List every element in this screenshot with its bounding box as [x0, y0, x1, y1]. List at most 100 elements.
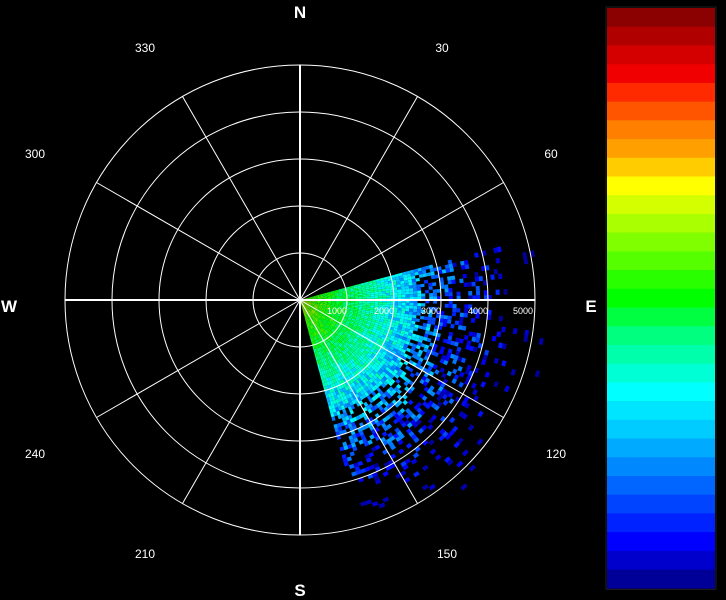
range-label-3000: 3000	[421, 306, 441, 316]
range-label-2000: 2000	[374, 306, 394, 316]
heat-cell	[401, 308, 406, 312]
heat-cell	[476, 290, 481, 296]
heat-cell	[443, 315, 448, 320]
heat-cell	[456, 308, 461, 313]
legend-label: -17.50dB	[610, 293, 655, 305]
legend-label: -25.00dB	[610, 461, 655, 473]
heat-cell	[397, 302, 402, 306]
heat-cell	[449, 267, 454, 273]
heat-cell	[354, 302, 359, 305]
heat-cell	[386, 295, 391, 298]
compass-east-label: E	[585, 297, 596, 316]
heat-cell	[350, 301, 355, 303]
heat-cell	[412, 311, 417, 316]
heat-cell	[405, 294, 410, 298]
heat-cell	[495, 289, 500, 295]
heat-cell	[419, 315, 425, 320]
heat-cell	[432, 289, 437, 293]
heat-cell	[397, 286, 402, 290]
heat-cell	[501, 326, 506, 333]
compass-south-label: S	[294, 581, 305, 600]
heat-cell	[441, 269, 447, 274]
heat-cell	[475, 285, 480, 291]
heat-cell	[397, 289, 402, 293]
heat-cell	[346, 301, 351, 303]
heat-cell	[413, 303, 418, 307]
heat-cell	[459, 278, 464, 284]
heat-cell	[408, 311, 413, 315]
angle-label-150: 150	[437, 547, 457, 561]
heat-cell	[413, 290, 418, 295]
heat-cell	[397, 310, 402, 314]
heat-cell	[430, 320, 436, 325]
heat-cell	[397, 292, 402, 295]
heat-cell	[408, 282, 413, 286]
heat-cell	[431, 317, 436, 322]
heat-cell	[374, 301, 379, 305]
legend-label: -25.83dB	[610, 480, 655, 492]
legend-label: -15.83dB	[610, 255, 655, 267]
heat-cell	[354, 296, 359, 299]
heat-cell	[404, 311, 410, 315]
heat-cell	[427, 320, 432, 325]
heat-cell	[416, 287, 421, 291]
heat-cell	[374, 293, 379, 297]
heat-cell	[423, 316, 429, 321]
heat-cell	[447, 280, 452, 285]
legend-label: -19.17dB	[610, 330, 655, 342]
angle-label-240: 240	[25, 447, 45, 461]
legend-label: -26.67dB	[610, 499, 655, 511]
heat-cell	[370, 301, 375, 304]
legend-label: -23.33dB	[610, 424, 655, 436]
heat-cell	[405, 288, 410, 292]
heat-cell	[447, 319, 452, 324]
heat-cell	[451, 279, 456, 284]
heat-cell	[412, 281, 417, 286]
heat-cell	[409, 308, 414, 312]
heat-cell	[405, 291, 410, 295]
range-label-5000: 5000	[513, 306, 533, 316]
heat-cell	[374, 291, 379, 295]
angle-label-300: 300	[25, 147, 45, 161]
heat-cell	[458, 321, 464, 326]
heat-cell	[370, 296, 375, 299]
heat-cell	[378, 302, 383, 305]
heat-cell	[385, 290, 390, 294]
heat-cell	[370, 292, 375, 295]
range-label-4000: 4000	[468, 306, 488, 316]
legend-label: -22.50dB	[610, 405, 655, 417]
heat-cell	[408, 314, 413, 318]
heat-cell	[444, 303, 449, 308]
range-label-1000: 1000	[327, 306, 347, 316]
heat-cell	[409, 305, 414, 309]
heat-cell	[448, 288, 453, 293]
heat-cell	[393, 294, 398, 298]
heat-cell	[397, 305, 402, 308]
heat-cell	[471, 281, 476, 287]
heat-cell	[433, 292, 437, 297]
heat-cell	[423, 279, 429, 284]
heat-cell	[404, 285, 410, 289]
legend-label: -14.17dB	[610, 218, 655, 230]
heat-cell	[459, 316, 464, 322]
angle-label-330: 330	[135, 41, 155, 55]
heat-cell	[448, 303, 453, 308]
heat-cell	[409, 288, 414, 292]
heat-cell	[430, 275, 436, 280]
heat-cell	[498, 273, 503, 280]
heat-cell	[350, 297, 355, 299]
heat-cell	[428, 286, 433, 290]
heat-cell	[413, 293, 418, 297]
heat-cell	[401, 310, 406, 314]
heat-cell	[358, 295, 363, 297]
polar-heatmap: N E S W 30 60 120 150 210 240 300 330 10…	[0, 0, 726, 600]
legend-label: -28.33dB	[610, 536, 655, 548]
heat-cell	[366, 303, 371, 306]
heat-cell	[370, 294, 375, 297]
heat-cell	[382, 295, 387, 298]
heat-cell	[452, 304, 457, 309]
heat-cell	[432, 282, 437, 287]
legend-label: -8.33dB	[610, 87, 649, 99]
heat-cell	[358, 301, 363, 304]
heat-cell	[412, 314, 417, 319]
